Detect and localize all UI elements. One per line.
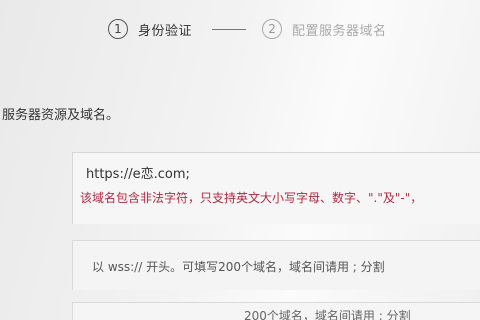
step-divider <box>212 28 247 30</box>
next-domain-placeholder: 200个域名，域名间请用 ; 分割 <box>244 309 411 320</box>
step-1-label: 身份验证 <box>138 23 193 39</box>
intro-text: 服务器资源及域名。 <box>2 108 120 123</box>
step-1-number-circle: 1 <box>108 19 128 39</box>
step-2-label: 配置服务器域名 <box>292 23 387 39</box>
step-2-number-circle: 2 <box>262 19 283 39</box>
step-configure-server-domain: 2 配置服务器域名 <box>262 19 387 39</box>
request-domain-value[interactable]: https://e恋.com; <box>86 163 190 182</box>
domain-error-message: 该域名包含非法字符，只支持英文大小写字母、数字、"."及"-"， <box>80 191 423 205</box>
step-identity-verification: 1 身份验证 <box>108 19 192 39</box>
socket-domain-placeholder: 以 wss:// 开头。可填写200个域名，域名间请用 ; 分割 <box>92 260 385 274</box>
stepper: 1 身份验证 2 配置服务器域名 <box>108 14 480 44</box>
